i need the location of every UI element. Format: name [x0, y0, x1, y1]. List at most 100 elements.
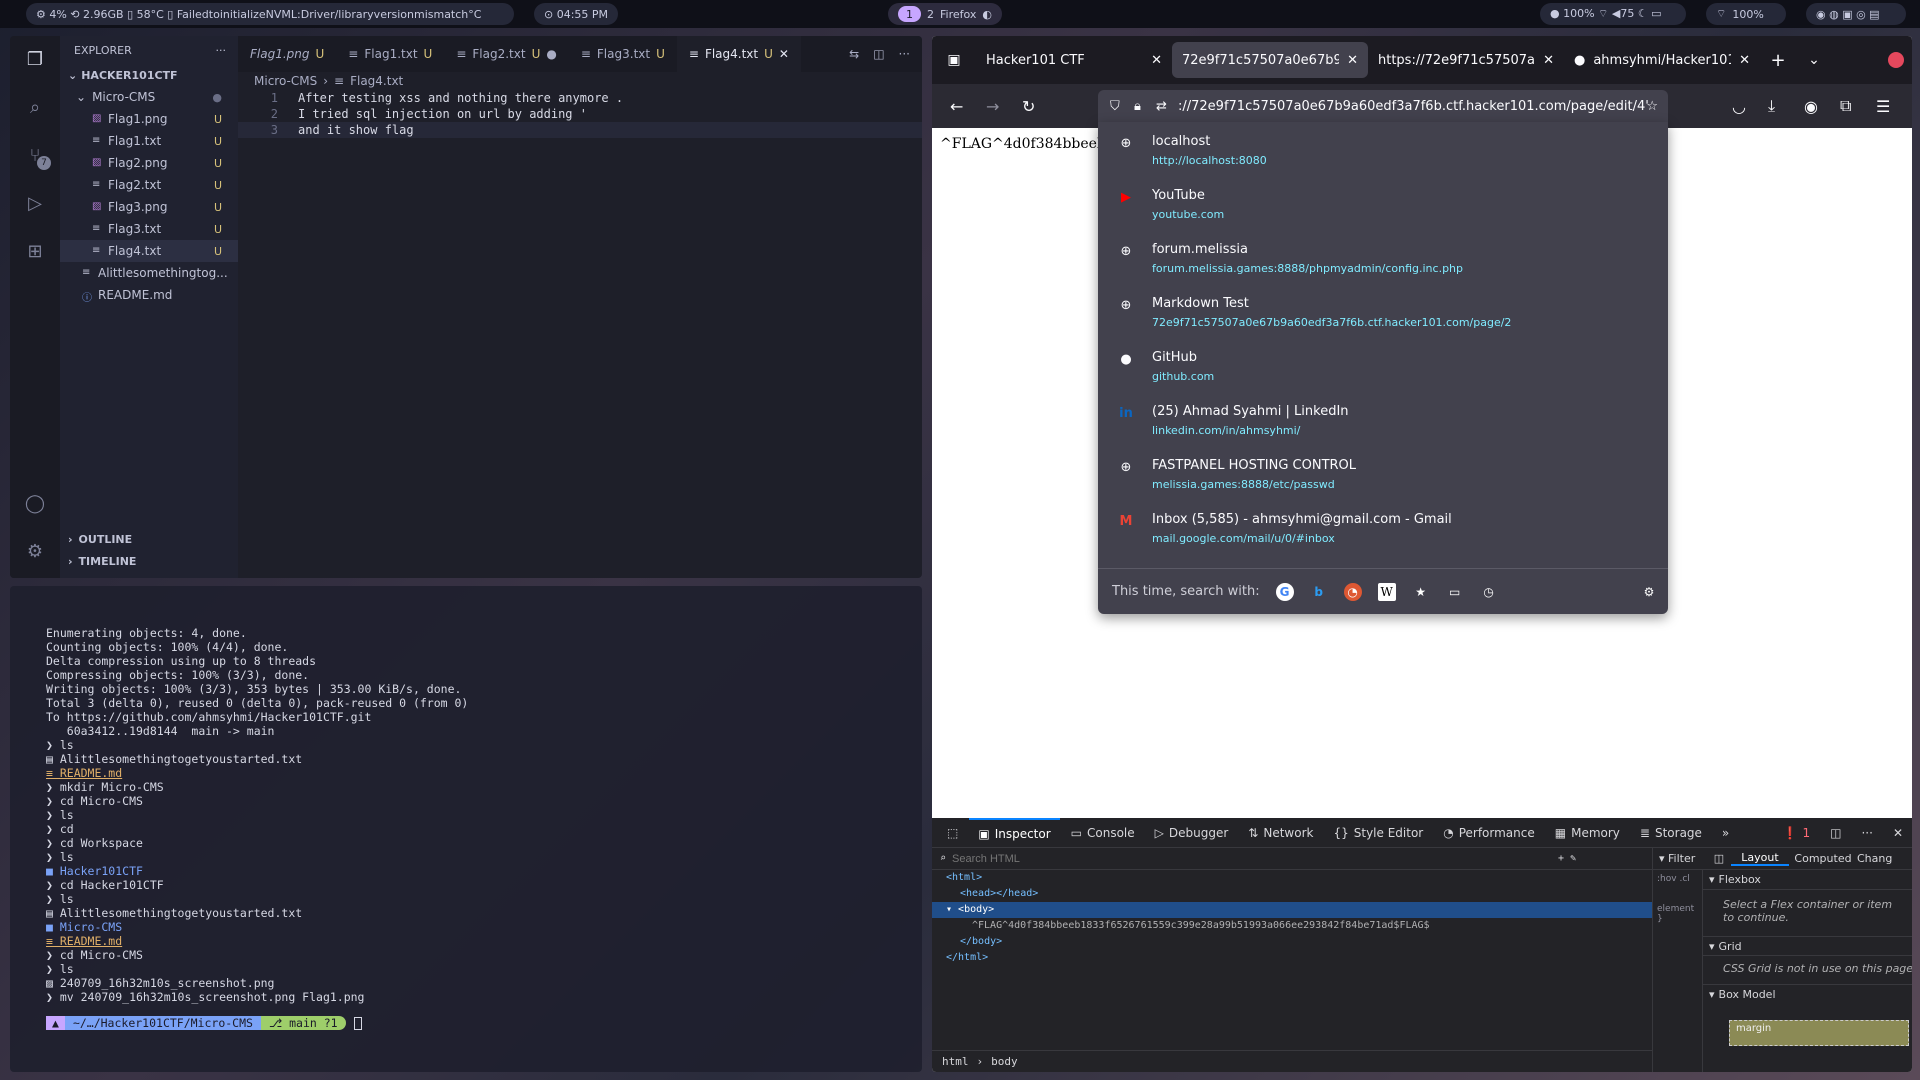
file-item[interactable]: ≡ Alittlesomethingtog...: [60, 262, 238, 284]
code-line[interactable]: 2 I tried sql injection on url by adding …: [238, 106, 922, 122]
tracking-shield-icon[interactable]: ⛉: [1110, 99, 1120, 114]
search-html-input[interactable]: [952, 852, 1553, 865]
file-item[interactable]: ▨ Flag1.png U: [60, 108, 238, 130]
settings-gear-icon[interactable]: ⚙: [1640, 583, 1658, 601]
close-icon[interactable]: ✕: [1884, 818, 1912, 848]
bookmarks-icon[interactable]: ★: [1412, 583, 1430, 601]
account-icon[interactable]: ◯: [23, 492, 47, 516]
browser-tab[interactable]: https://72e9f71c57507a0e ✕: [1368, 42, 1564, 78]
new-tab-icon[interactable]: +: [1760, 50, 1796, 71]
tab-layout[interactable]: Layout: [1731, 851, 1789, 866]
tab-performance[interactable]: ◔ Performance: [1434, 818, 1544, 848]
extensions-icon[interactable]: ⧉: [1840, 96, 1851, 116]
tab-flag3-txt[interactable]: ≡ Flag3.txt U: [569, 36, 677, 72]
close-icon[interactable]: ✕: [1151, 53, 1162, 68]
more-actions-icon[interactable]: ···: [899, 47, 910, 61]
tab-inspector[interactable]: ▣ Inspector: [969, 817, 1060, 848]
tab-flag1-txt[interactable]: ≡ Flag1.txt U: [336, 36, 444, 72]
error-count[interactable]: ❗ 1: [1774, 818, 1820, 848]
browser-tab[interactable]: ● ahmsyhmi/Hacker101C ✕: [1564, 42, 1760, 78]
close-icon[interactable]: ✕: [779, 47, 789, 61]
tabs-icon[interactable]: ▭: [1446, 583, 1464, 601]
browser-tab-active[interactable]: 72e9f71c57507a0e67b9a6 ✕: [1172, 42, 1368, 78]
list-all-tabs-icon[interactable]: ⌄: [1796, 52, 1832, 68]
pocket-icon[interactable]: ◡: [1732, 97, 1746, 116]
bookmark-star-icon[interactable]: ☆: [1646, 99, 1658, 114]
code-line[interactable]: 1 After testing xss and nothing there any…: [238, 90, 922, 106]
project-folder[interactable]: ⌄ HACKER101CTF: [60, 64, 238, 86]
close-icon[interactable]: ✕: [1347, 53, 1358, 68]
more-actions-icon[interactable]: ···: [216, 44, 227, 57]
run-debug-icon[interactable]: ▷: [23, 192, 47, 216]
extensions-icon[interactable]: ⊞: [23, 240, 47, 264]
workspace-active[interactable]: 1: [898, 6, 921, 22]
search-icon[interactable]: ⌕: [23, 96, 47, 120]
downloads-icon[interactable]: ⤓: [1768, 96, 1775, 116]
tab-debugger[interactable]: ▷ Debugger: [1146, 818, 1238, 848]
element-picker-icon[interactable]: ⬚: [938, 818, 967, 848]
close-icon[interactable]: ✕: [1543, 53, 1554, 68]
more-tabs-icon[interactable]: »: [1713, 818, 1738, 848]
wikipedia-icon[interactable]: W: [1377, 582, 1396, 601]
folder-micro-cms[interactable]: ⌄ Micro-CMS ●: [60, 86, 238, 108]
compare-icon[interactable]: ⇆: [849, 47, 859, 61]
battery[interactable]: ⌔ 100%: [1706, 3, 1786, 25]
file-item[interactable]: ≡ Flag1.txt U: [60, 130, 238, 152]
filter-styles[interactable]: ▾ Filter: [1653, 852, 1707, 865]
bing-icon[interactable]: b: [1310, 583, 1328, 601]
file-item[interactable]: ≡ Flag3.txt U: [60, 218, 238, 240]
file-item[interactable]: ≡ Flag4.txt U: [60, 240, 238, 262]
dock-icon[interactable]: ◫: [1821, 818, 1850, 848]
file-item[interactable]: ▨ Flag2.png U: [60, 152, 238, 174]
breadcrumb-html[interactable]: html: [942, 1055, 969, 1068]
sidebar-toggle-icon[interactable]: ▣: [932, 52, 976, 68]
file-item[interactable]: ⓘ README.md: [60, 284, 238, 306]
tab-console[interactable]: ▭ Console: [1062, 818, 1144, 848]
tab-changes[interactable]: Chang: [1857, 852, 1897, 865]
eyedropper-icon[interactable]: ✎: [1570, 853, 1576, 864]
markup-node[interactable]: </body>: [932, 934, 1652, 950]
account-icon[interactable]: ◉: [1804, 97, 1818, 116]
flexbox-section[interactable]: ▾ Flexbox: [1703, 870, 1912, 890]
hov-toggle[interactable]: :hov: [1657, 874, 1677, 884]
box-model-margin[interactable]: margin: [1729, 1020, 1909, 1046]
lock-icon[interactable]: 🔒︎: [1134, 99, 1141, 114]
unsaved-dot-icon[interactable]: ●: [546, 47, 556, 61]
tab-flag1-png[interactable]: Flag1.png U: [238, 36, 336, 72]
terminal-window[interactable]: Enumerating objects: 4, done. Counting ob…: [10, 586, 922, 1072]
markup-node[interactable]: </html>: [932, 950, 1652, 966]
more-options-icon[interactable]: ···: [1852, 818, 1881, 848]
markup-text-node[interactable]: ^FLAG^4d0f384bbeeb1833f6526761559c399e28…: [932, 918, 1652, 934]
workspace-indicator[interactable]: 1 2 Firefox ◐: [888, 3, 1003, 25]
markup-node[interactable]: <head></head>: [932, 886, 1652, 902]
file-item[interactable]: ▨ Flag3.png U: [60, 196, 238, 218]
breadcrumb-folder[interactable]: Micro-CMS: [254, 74, 317, 88]
file-item[interactable]: ≡ Flag2.txt U: [60, 174, 238, 196]
editor-pane[interactable]: Micro-CMS › ≡ Flag4.txt 1 After testing xss …: [238, 72, 922, 578]
tray-icons[interactable]: ◉ ◍ ▣ ◎ ▤: [1806, 3, 1906, 25]
breadcrumb-body[interactable]: body: [991, 1055, 1018, 1068]
tab-computed[interactable]: Computed: [1789, 852, 1857, 865]
split-editor-icon[interactable]: ◫: [873, 47, 884, 61]
url-suggestion[interactable]: ⊕ forum.melissia forum.melissia.games:8888…: [1098, 230, 1668, 284]
tab-network[interactable]: ⇅ Network: [1239, 818, 1322, 848]
markup-node[interactable]: <html>: [932, 870, 1652, 886]
url-suggestion[interactable]: ⊕ localhost http://localhost:8080: [1098, 122, 1668, 176]
tab-style-editor[interactable]: {} Style Editor: [1324, 818, 1432, 848]
add-node-icon[interactable]: +: [1558, 853, 1564, 864]
close-icon[interactable]: ✕: [1739, 53, 1750, 68]
history-icon[interactable]: ◷: [1480, 583, 1498, 601]
window-close-icon[interactable]: [1888, 52, 1904, 68]
url-input[interactable]: ⛉ 🔒︎ ⇄ ://72e9f71c57507a0e67b9a60edf3a7f…: [1098, 90, 1668, 122]
code-line[interactable]: 3 and it show flag: [238, 122, 922, 138]
markup-node-selected[interactable]: ▾ <body>: [932, 902, 1652, 918]
tab-flag4-txt[interactable]: ≡ Flag4.txt U ✕: [676, 36, 801, 72]
url-suggestion[interactable]: ⊕ FASTPANEL HOSTING CONTROL melissia.games…: [1098, 446, 1668, 500]
google-icon[interactable]: G: [1275, 582, 1294, 601]
toggle-pane-icon[interactable]: ◫: [1707, 852, 1731, 865]
tab-memory[interactable]: ▦ Memory: [1546, 818, 1629, 848]
forward-icon[interactable]: →: [986, 97, 999, 116]
duckduckgo-icon[interactable]: ◔: [1343, 582, 1362, 601]
files-icon[interactable]: ❐: [23, 48, 47, 72]
cls-toggle[interactable]: .cl: [1679, 874, 1689, 884]
